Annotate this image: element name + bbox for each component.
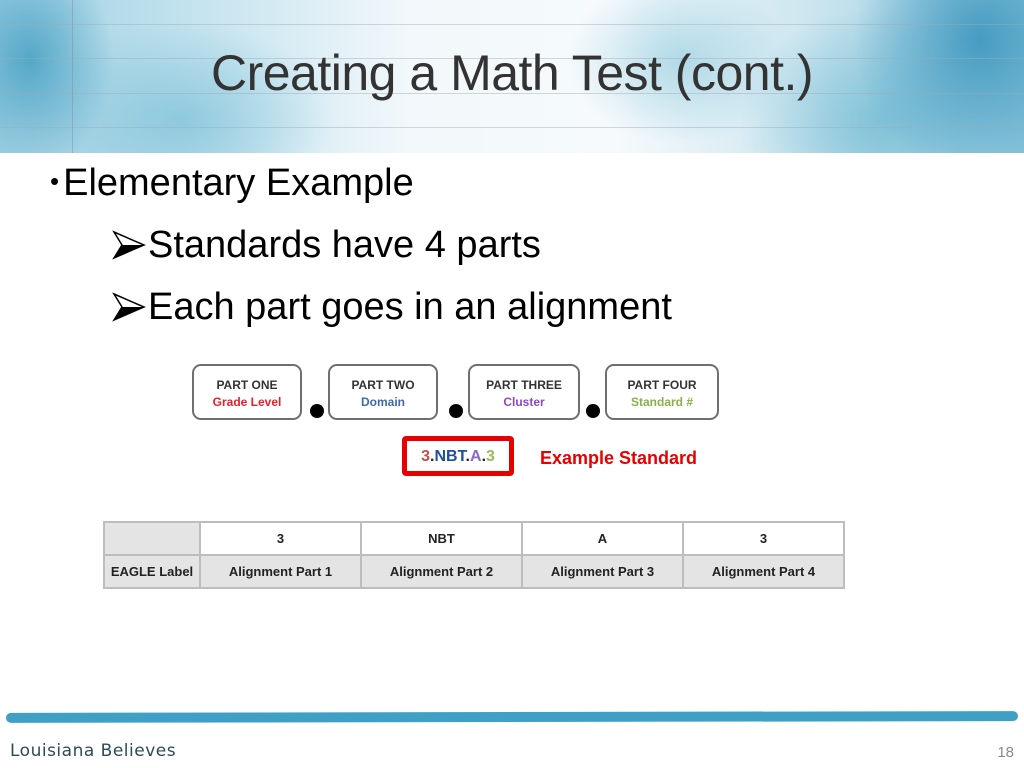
table-cell: Alignment Part 4 [682, 554, 845, 589]
table-cell [103, 521, 201, 556]
table-cell: Alignment Part 1 [199, 554, 362, 589]
arrow-bullet-icon [112, 292, 146, 322]
header-banner: Creating a Math Test (cont.) [0, 0, 1024, 153]
slide-title: Creating a Math Test (cont.) [210, 45, 814, 101]
part-two-box: PART TWO Domain [328, 364, 438, 420]
example-standard-box: 3.NBT.A.3 [402, 436, 514, 476]
part-three-box: PART THREE Cluster [468, 364, 580, 420]
table-cell: A [521, 521, 684, 556]
bullet-dot-icon: • [50, 166, 60, 196]
table-cell: Alignment Part 3 [521, 554, 684, 589]
bullet-text: Standards have 4 parts [148, 224, 541, 266]
ruled-line [0, 127, 1024, 128]
table-cell: Alignment Part 2 [360, 554, 523, 589]
table-cell: 3 [199, 521, 362, 556]
bullet-level2: Standards have 4 parts [112, 224, 541, 267]
table-cell: NBT [360, 521, 523, 556]
ruled-line [0, 24, 1024, 25]
bullet-level2: Each part goes in an alignment [112, 286, 672, 329]
bullet-text: Each part goes in an alignment [148, 286, 672, 328]
bullet-level1: • Elementary Example [50, 162, 414, 205]
separator-dot [449, 404, 463, 418]
part-four-box: PART FOUR Standard # [605, 364, 719, 420]
footer-accent-bar [5, 711, 1019, 723]
part-subtitle: Cluster [503, 395, 545, 409]
example-segment-standard: 3 [486, 448, 495, 465]
table-cell: EAGLE Label [103, 554, 201, 589]
example-segment-domain: NBT [434, 448, 466, 465]
table-cell: 3 [682, 521, 845, 556]
part-title: PART TWO [351, 378, 415, 392]
part-subtitle: Grade Level [212, 395, 282, 409]
alignment-table: 3 NBT A 3 EAGLE Label Alignment Part 1 A… [103, 521, 845, 589]
table-row: EAGLE Label Alignment Part 1 Alignment P… [103, 554, 845, 589]
separator-dot [310, 404, 324, 418]
table-row: 3 NBT A 3 [103, 521, 845, 556]
part-title: PART FOUR [627, 378, 697, 392]
footer-brand: Louisiana Believes [10, 741, 177, 761]
bullet-text: Elementary Example [63, 162, 414, 204]
page-number: 18 [997, 744, 1014, 761]
part-title: PART ONE [216, 378, 278, 392]
example-standard-label: Example Standard [540, 448, 698, 468]
example-segment-cluster: A [470, 448, 482, 465]
separator-dot [586, 404, 600, 418]
example-segment-grade: 3 [421, 448, 430, 465]
arrow-bullet-icon [112, 230, 146, 260]
part-subtitle: Domain [360, 395, 405, 409]
part-title: PART THREE [486, 378, 562, 392]
part-one-box: PART ONE Grade Level [192, 364, 302, 420]
part-subtitle: Standard # [630, 395, 693, 409]
